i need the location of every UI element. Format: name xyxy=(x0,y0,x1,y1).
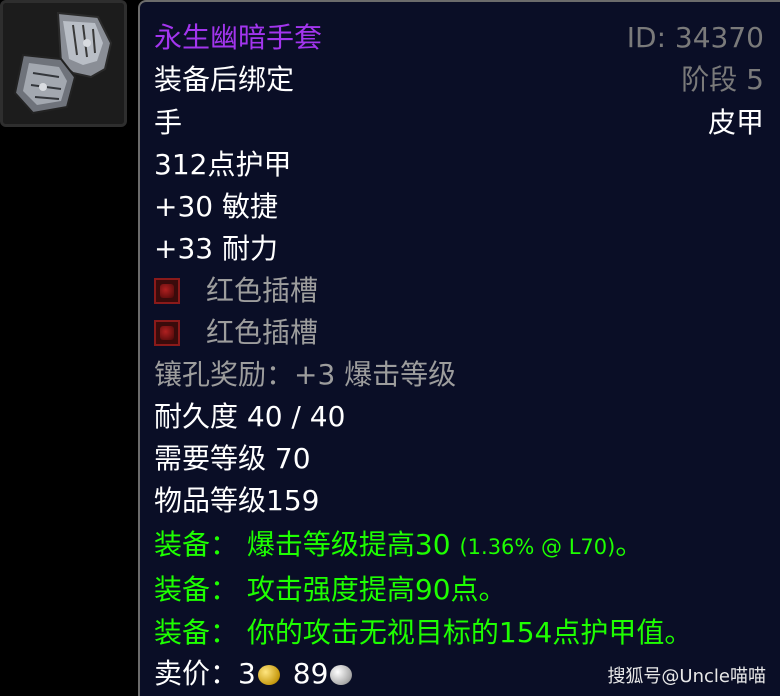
red-socket-icon xyxy=(154,278,180,304)
red-socket-icon xyxy=(154,320,180,346)
gold-amount: 3 xyxy=(238,657,256,690)
sell-price: 卖价：3 89 xyxy=(154,656,356,692)
armor-value: 312点护甲 xyxy=(154,148,292,181)
phase-label: 阶段 5 xyxy=(681,63,764,96)
equip-text: 攻击强度提高90点。 xyxy=(246,573,507,606)
item-id: ID: 34370 xyxy=(626,21,764,54)
item-level: 物品等级159 xyxy=(154,484,320,517)
bind-type: 装备后绑定 xyxy=(154,63,295,96)
equip-effect-3: 装备： 你的攻击无视目标的154点护甲值。 xyxy=(154,615,692,651)
watermark: 搜狐号@Uncle喵喵 xyxy=(607,666,766,687)
item-tooltip: 永生幽暗手套 ID: 34370 装备后绑定 阶段 5 手 皮甲 312点护甲 … xyxy=(138,0,780,696)
socket-2: 红色插槽 xyxy=(154,315,318,351)
socket-label: 红色插槽 xyxy=(206,316,319,349)
equip-prefix: 装备： xyxy=(154,528,239,561)
stat-agility: +30 敏捷 xyxy=(154,190,278,223)
socket-label: 红色插槽 xyxy=(206,274,319,307)
silver-amount: 89 xyxy=(292,657,329,690)
socket-bonus: 镶孔奖励：+3 爆击等级 xyxy=(154,358,457,391)
durability: 耐久度 40 / 40 xyxy=(154,400,346,433)
equip-effect-1: 装备： 爆击等级提高30 (1.36% @ L70)。 xyxy=(154,527,643,565)
equip-effect-2: 装备： 攻击强度提高90点。 xyxy=(154,572,507,608)
gold-coin-icon xyxy=(257,665,280,685)
item-slot: 手 xyxy=(154,106,183,139)
socket-1: 红色插槽 xyxy=(154,273,318,309)
required-level: 需要等级 70 xyxy=(154,442,311,475)
equip-prefix: 装备： xyxy=(154,573,239,606)
silver-coin-icon xyxy=(330,665,353,685)
equip-prefix: 装备： xyxy=(154,616,239,649)
equip-suffix: 。 xyxy=(615,528,644,561)
equip-text: 你的攻击无视目标的154点护甲值。 xyxy=(246,616,693,649)
equip-note: (1.36% @ L70) xyxy=(459,535,616,559)
item-tooltip-screen: 永生幽暗手套 ID: 34370 装备后绑定 阶段 5 手 皮甲 312点护甲 … xyxy=(0,0,780,696)
stat-stamina: +33 耐力 xyxy=(154,232,278,265)
item-name: 永生幽暗手套 xyxy=(154,21,323,54)
sell-price-label: 卖价： xyxy=(154,657,239,690)
gauntlet-icon[interactable] xyxy=(0,0,127,127)
equip-text: 爆击等级提高30 xyxy=(246,528,451,561)
armor-type: 皮甲 xyxy=(707,106,764,139)
